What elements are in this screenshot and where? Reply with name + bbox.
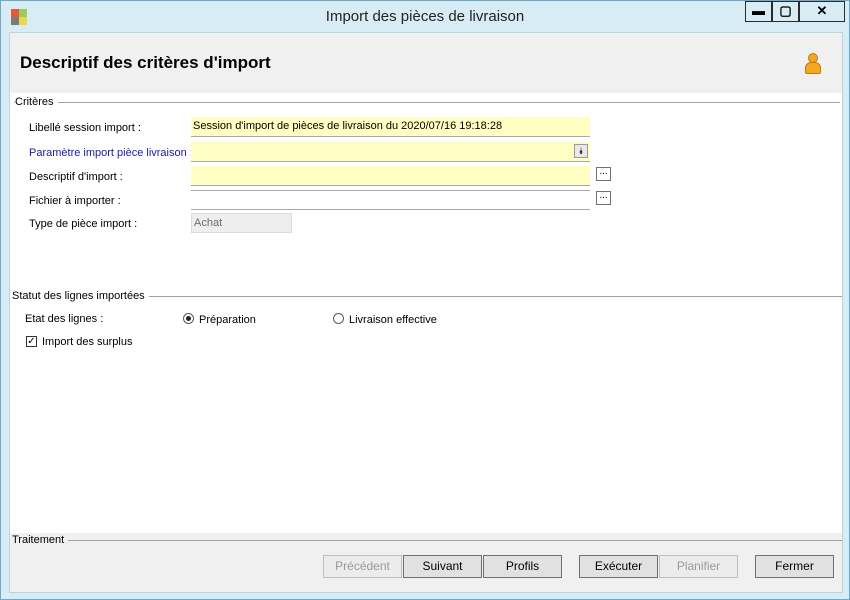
etat-label: Etat des lignes : <box>25 313 104 325</box>
title-bar[interactable]: Import des pièces de livraison ▬ ▢ ✕ <box>1 1 849 32</box>
radio-preparation[interactable] <box>183 313 194 324</box>
type-piece-label: Type de pièce import : <box>29 218 138 230</box>
fichier-label: Fichier à importer : <box>29 195 121 207</box>
next-button[interactable]: Suivant <box>403 555 482 578</box>
fichier-browse-button[interactable]: ... <box>596 191 611 205</box>
client-area: Descriptif des critères d'import Critère… <box>9 32 843 593</box>
parametre-select[interactable]: ⯯ <box>191 142 590 162</box>
treatment-group-label: Traitement <box>12 534 69 546</box>
status-group-label: Statut des lignes importées <box>12 290 149 302</box>
surplus-label[interactable]: Import des surplus <box>42 336 132 348</box>
criteria-group-label: Critères <box>15 96 58 108</box>
libelle-input[interactable]: Session d'import de pièces de livraison … <box>191 117 590 137</box>
profiles-button[interactable]: Profils <box>483 555 562 578</box>
treatment-group-line <box>12 540 842 541</box>
fichier-input[interactable] <box>191 190 590 210</box>
close-dialog-button[interactable]: Fermer <box>755 555 834 578</box>
import-window: Import des pièces de livraison ▬ ▢ ✕ Des… <box>0 0 850 600</box>
user-icon[interactable] <box>804 53 822 75</box>
libelle-label: Libellé session import : <box>29 122 141 134</box>
radio-livraison-label[interactable]: Livraison effective <box>349 314 437 326</box>
descriptif-input[interactable] <box>191 166 590 186</box>
radio-livraison-effective[interactable] <box>333 313 344 324</box>
parametre-label[interactable]: Paramètre import pièce livraison : <box>29 147 193 159</box>
radio-preparation-label[interactable]: Préparation <box>199 314 256 326</box>
schedule-button[interactable]: Planifier <box>659 555 738 578</box>
criteria-group-line <box>14 102 840 103</box>
footer-panel: Traitement Précédent Suivant Profils Exé… <box>10 533 842 592</box>
header: Descriptif des critères d'import <box>10 33 842 93</box>
previous-button[interactable]: Précédent <box>323 555 402 578</box>
descriptif-label: Descriptif d'import : <box>29 171 123 183</box>
descriptif-browse-button[interactable]: ... <box>596 167 611 181</box>
execute-button[interactable]: Exécuter <box>579 555 658 578</box>
page-title: Descriptif des critères d'import <box>20 53 271 72</box>
minimize-button[interactable]: ▬ <box>745 1 772 22</box>
window-title: Import des pièces de livraison <box>325 8 525 25</box>
type-piece-value: Achat <box>191 213 292 233</box>
surplus-checkbox[interactable]: ✓ <box>26 336 37 347</box>
close-button[interactable]: ✕ <box>799 1 845 22</box>
maximize-button[interactable]: ▢ <box>772 1 799 22</box>
chevron-double-down-icon[interactable]: ⯯ <box>574 144 588 158</box>
